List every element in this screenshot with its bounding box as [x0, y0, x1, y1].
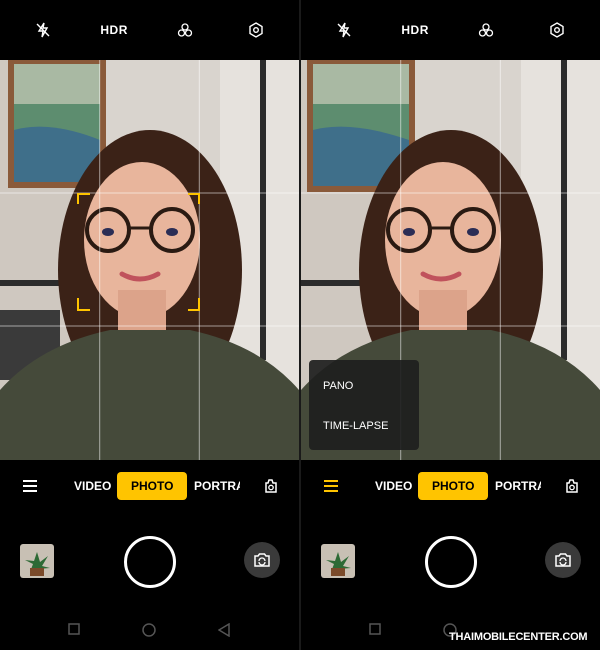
- capture-controls: [301, 530, 600, 594]
- switch-camera-button[interactable]: [244, 542, 280, 578]
- mode-photo[interactable]: PHOTO: [117, 472, 188, 500]
- mode-selector: VIDEO PHOTO PORTRAIT: [301, 470, 600, 502]
- hdr-button[interactable]: HDR: [401, 18, 428, 42]
- flash-off-icon: [337, 22, 351, 38]
- filter-button[interactable]: [173, 18, 197, 42]
- settings-icon: [248, 22, 263, 38]
- camera-switch-small-icon[interactable]: [262, 477, 280, 495]
- settings-button[interactable]: [545, 18, 569, 42]
- gallery-thumbnail[interactable]: [20, 544, 54, 578]
- recents-icon[interactable]: [68, 623, 80, 635]
- camera-screen-right: HDR PANO TIME-LAPSE VIDEO PHOTO PORTR: [301, 0, 600, 650]
- menu-icon: [324, 480, 338, 492]
- android-nav-bar: [0, 615, 299, 645]
- filter-button[interactable]: [474, 18, 498, 42]
- camera-screen-left: HDR VIDEO PHOTO PORTR: [0, 0, 299, 650]
- home-icon[interactable]: [142, 623, 156, 637]
- hdr-button[interactable]: HDR: [100, 18, 127, 42]
- more-modes-button[interactable]: [20, 476, 40, 496]
- gallery-thumbnail-image: [20, 544, 54, 578]
- watermark: THAIMOBILECENTER.COM: [449, 631, 588, 643]
- recents-icon[interactable]: [369, 623, 381, 635]
- mode-pano[interactable]: PANO: [323, 380, 353, 392]
- switch-camera-icon: [555, 553, 571, 567]
- menu-icon: [23, 480, 37, 492]
- more-modes-popup: PANO TIME-LAPSE: [309, 360, 419, 450]
- shutter-button[interactable]: [425, 536, 477, 588]
- flash-off-icon: [36, 22, 50, 38]
- mode-photo[interactable]: PHOTO: [418, 472, 489, 500]
- switch-camera-button[interactable]: [545, 542, 581, 578]
- camera-top-bar: HDR: [301, 0, 600, 60]
- mode-video[interactable]: VIDEO: [74, 479, 111, 493]
- gallery-thumbnail-image: [321, 544, 355, 578]
- flash-off-button[interactable]: [332, 18, 356, 42]
- more-modes-button[interactable]: [321, 476, 341, 496]
- viewfinder-scene: [0, 60, 299, 460]
- capture-controls: [0, 530, 299, 594]
- switch-camera-icon: [254, 553, 270, 567]
- camera-top-bar: HDR: [0, 0, 299, 60]
- gallery-thumbnail[interactable]: [321, 544, 355, 578]
- flash-off-button[interactable]: [31, 18, 55, 42]
- camera-switch-small-icon[interactable]: [563, 477, 581, 495]
- mode-portrait[interactable]: PORTRAIT: [194, 479, 240, 493]
- settings-button[interactable]: [244, 18, 268, 42]
- camera-viewfinder[interactable]: [0, 60, 299, 460]
- back-icon[interactable]: [218, 623, 230, 637]
- mode-video[interactable]: VIDEO: [375, 479, 412, 493]
- filter-icon: [478, 23, 494, 37]
- settings-icon: [549, 22, 564, 38]
- mode-portrait[interactable]: PORTRAIT: [495, 479, 541, 493]
- filter-icon: [177, 23, 193, 37]
- shutter-button[interactable]: [124, 536, 176, 588]
- mode-selector: VIDEO PHOTO PORTRAIT: [0, 470, 299, 502]
- mode-time-lapse[interactable]: TIME-LAPSE: [323, 420, 388, 432]
